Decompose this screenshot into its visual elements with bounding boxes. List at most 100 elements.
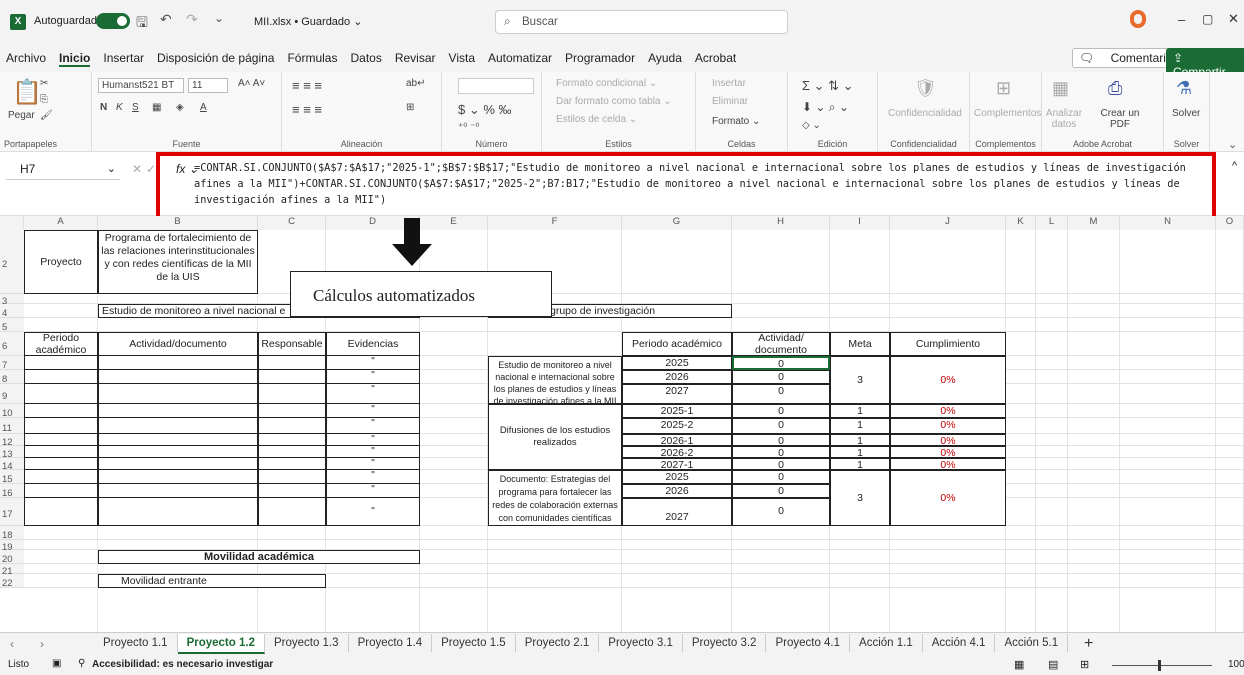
merge-icon[interactable]: ⊞: [406, 102, 414, 113]
group-1-period[interactable]: 2027: [622, 384, 732, 404]
group-2-meta[interactable]: 1: [830, 418, 890, 434]
group-2-value[interactable]: 0: [732, 418, 830, 434]
sheet-tab[interactable]: Acción 5.1: [995, 634, 1069, 652]
sheet-tab[interactable]: Proyecto 1.5: [432, 634, 516, 652]
group-3-meta[interactable]: 3: [830, 470, 890, 526]
group-1-value[interactable]: 0: [732, 384, 830, 404]
group-3-value[interactable]: 0: [732, 498, 830, 526]
group-3-cumplimiento[interactable]: 0%: [890, 470, 1006, 526]
column-header[interactable]: N: [1120, 216, 1216, 230]
table-cell[interactable]: [98, 446, 258, 458]
group-2-meta[interactable]: 1: [830, 458, 890, 471]
table-cell[interactable]: [258, 458, 326, 470]
table-cell[interactable]: [24, 498, 98, 526]
table-cell[interactable]: ": [326, 404, 420, 418]
group-3-label[interactable]: Documento: Estrategias del programa para…: [488, 470, 622, 526]
table-cell[interactable]: [258, 370, 326, 384]
row-header[interactable]: 3: [0, 294, 24, 307]
delete-cells-button[interactable]: Eliminar: [712, 96, 748, 107]
menu-tab-inicio[interactable]: Inicio: [59, 51, 91, 67]
cell-styles-button[interactable]: Estilos de celda ⌄: [556, 114, 637, 125]
table-cell[interactable]: ": [326, 356, 420, 370]
row-header[interactable]: 6: [0, 332, 24, 356]
macro-record-icon[interactable]: ▣: [52, 658, 61, 669]
column-header[interactable]: K: [1006, 216, 1036, 230]
zoom-level[interactable]: 100%: [1228, 659, 1244, 670]
table-cell[interactable]: [258, 498, 326, 526]
table-cell[interactable]: [24, 446, 98, 458]
table-cell[interactable]: ": [326, 484, 420, 498]
row-header[interactable]: 22: [0, 574, 24, 589]
menu-tab-archivo[interactable]: Archivo: [6, 51, 46, 65]
copilot-icon[interactable]: [1130, 10, 1146, 28]
analyze-data-button[interactable]: Analizar datos: [1044, 108, 1084, 130]
select-all-corner[interactable]: [0, 216, 24, 230]
wrap-text-icon[interactable]: ab↵: [406, 78, 426, 89]
header-actividad[interactable]: Actividad/documento: [98, 332, 258, 356]
row-header[interactable]: 4: [0, 304, 24, 319]
summary-header-periodo[interactable]: Periodo académico: [622, 332, 732, 356]
minimize-icon[interactable]: –: [1178, 12, 1185, 27]
table-cell[interactable]: ": [326, 434, 420, 446]
format-painter-icon[interactable]: 🖌: [40, 110, 53, 121]
save-icon[interactable]: 🖫: [136, 12, 148, 36]
column-header[interactable]: A: [24, 216, 98, 230]
group-2-cumplimiento[interactable]: 0%: [890, 446, 1006, 459]
table-cell[interactable]: [258, 404, 326, 418]
formula-text[interactable]: =CONTAR.SI.CONJUNTO($A$7:$A$17;"2025-1";…: [194, 160, 1194, 208]
group-1-period[interactable]: 2025: [622, 356, 732, 370]
group-2-period[interactable]: 2026-2: [622, 446, 732, 459]
column-header[interactable]: I: [830, 216, 890, 230]
zoom-thumb[interactable]: [1158, 660, 1161, 671]
table-format-button[interactable]: Dar formato como tabla ⌄: [556, 96, 672, 107]
group-1-period[interactable]: 2026: [622, 370, 732, 384]
name-box-dropdown-icon[interactable]: ⌄: [107, 162, 116, 175]
sheet-tab[interactable]: Proyecto 3.2: [683, 634, 767, 652]
create-pdf-button[interactable]: Crear un PDF: [1100, 108, 1140, 130]
movilidad-title[interactable]: Movilidad académica: [98, 550, 420, 564]
menu-tab-datos[interactable]: Datos: [350, 51, 381, 65]
column-header[interactable]: H: [732, 216, 830, 230]
project-name-cell[interactable]: Programa de fortalecimiento de las relac…: [98, 230, 258, 294]
row-header[interactable]: 5: [0, 318, 24, 333]
group-2-value[interactable]: 0: [732, 446, 830, 459]
table-cell[interactable]: [98, 370, 258, 384]
header-responsable[interactable]: Responsable: [258, 332, 326, 356]
undo-icon[interactable]: ↶: [160, 11, 172, 28]
table-cell[interactable]: [98, 458, 258, 470]
header-periodo[interactable]: Periodo académico: [24, 332, 98, 356]
menu-tab-fórmulas[interactable]: Fórmulas: [287, 51, 337, 65]
table-cell[interactable]: [24, 484, 98, 498]
confirm-formula-icon[interactable]: ✓: [146, 162, 156, 176]
file-name[interactable]: MII.xlsx • Guardado ⌄: [254, 15, 362, 28]
analyze-data-icon[interactable]: ▦: [1052, 78, 1069, 99]
table-cell[interactable]: [258, 434, 326, 446]
accessibility-status[interactable]: Accesibilidad: es necesario investigar: [92, 659, 273, 670]
group-3-value[interactable]: 0: [732, 470, 830, 484]
redo-icon[interactable]: ↷: [186, 11, 198, 28]
group-1-cumplimiento[interactable]: 0%: [890, 356, 1006, 404]
sheet-tab[interactable]: Acción 4.1: [923, 634, 996, 652]
column-header[interactable]: C: [258, 216, 326, 230]
solver-button[interactable]: Solver: [1172, 108, 1200, 119]
summary-header-meta[interactable]: Meta: [830, 332, 890, 356]
pdf-icon[interactable]: ⎙: [1108, 78, 1122, 99]
group-3-period[interactable]: 2027: [622, 498, 732, 526]
expand-formula-icon[interactable]: ^: [1232, 160, 1237, 172]
collapse-ribbon-icon[interactable]: ⌄: [1228, 138, 1237, 151]
group-2-cumplimiento[interactable]: 0%: [890, 404, 1006, 418]
menu-tab-acrobat[interactable]: Acrobat: [695, 51, 736, 65]
group-2-meta[interactable]: 1: [830, 434, 890, 447]
group-2-cumplimiento[interactable]: 0%: [890, 418, 1006, 434]
solver-icon[interactable]: ⚗: [1176, 78, 1192, 99]
borders-icon[interactable]: ▦: [152, 102, 161, 113]
sheet-tab[interactable]: Proyecto 1.1: [94, 634, 178, 652]
table-cell[interactable]: [258, 418, 326, 434]
row-header[interactable]: 9: [0, 384, 24, 404]
sheet-tab[interactable]: Proyecto 4.1: [766, 634, 851, 652]
table-cell[interactable]: ": [326, 370, 420, 384]
group-3-value[interactable]: 0: [732, 484, 830, 498]
row-header[interactable]: 11: [0, 418, 24, 434]
row-header[interactable]: 13: [0, 446, 24, 460]
customize-qat-icon[interactable]: ⌄: [214, 11, 224, 25]
